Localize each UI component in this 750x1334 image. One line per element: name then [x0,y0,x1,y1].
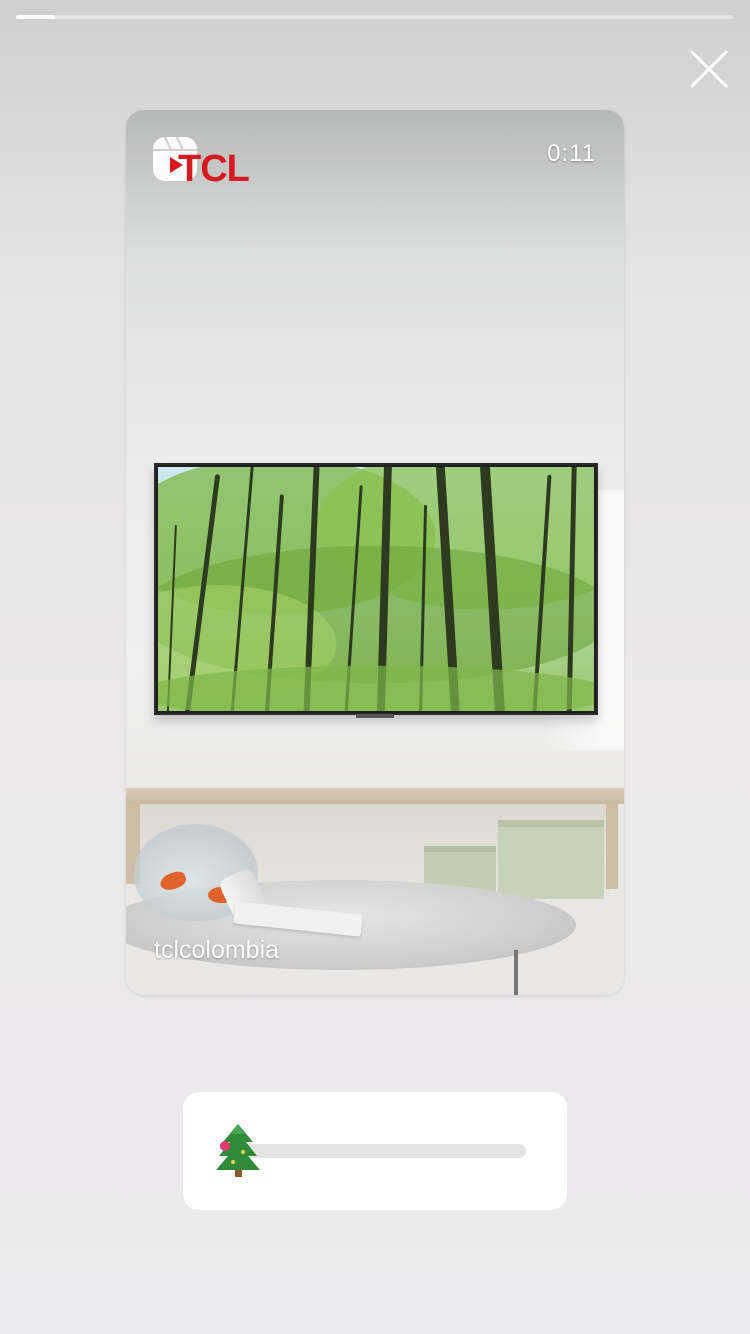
tv-frame [154,463,598,715]
tv-screen-forest [158,467,594,711]
brand-logo: TCL [178,148,250,190]
christmas-tree-icon[interactable] [213,1122,263,1178]
close-icon [690,50,728,88]
video-duration: 0:11 [547,140,596,167]
storage-box-large [498,820,604,899]
emoji-slider-sticker [183,1092,567,1210]
story-progress-bar [16,15,734,19]
shelf-leg-right [606,804,618,889]
shelf-top [126,788,624,804]
goldfish [158,869,188,893]
reel-username[interactable]: tclcolombia [154,936,279,965]
coffee-table-leg [514,950,518,995]
tv-stand [356,714,394,718]
emoji-slider-track[interactable] [237,1144,526,1158]
shared-reel-card[interactable]: TCL 0:11 tclcolombia [126,110,624,995]
story-progress-fill [16,15,56,19]
close-button[interactable] [684,44,734,94]
